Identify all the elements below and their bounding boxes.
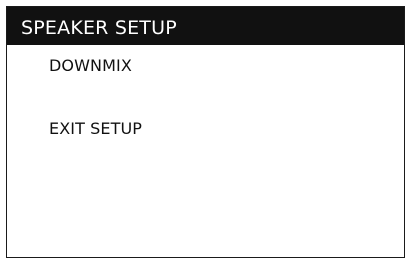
- page-title: SPEAKER SETUP: [21, 17, 177, 39]
- title-bar: SPEAKER SETUP: [7, 7, 404, 45]
- setup-panel: SPEAKER SETUP DOWNMIX EXIT SETUP: [6, 6, 405, 258]
- menu-item-exit-setup[interactable]: EXIT SETUP: [49, 120, 142, 138]
- menu-item-downmix[interactable]: DOWNMIX: [49, 57, 132, 75]
